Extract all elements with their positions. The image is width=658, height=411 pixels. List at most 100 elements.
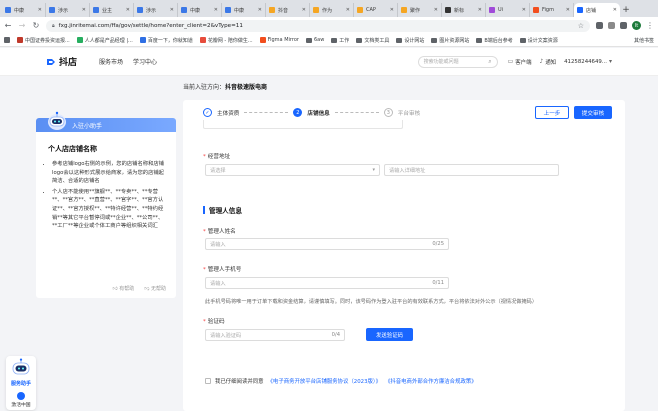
tab-close-icon[interactable]: ✕	[434, 7, 438, 13]
browser-tab[interactable]: 聚作 ✕	[398, 3, 442, 17]
client-link[interactable]: ▭ 客户端	[508, 58, 532, 66]
address-bar[interactable]: 🔒︎ fxg.jinritemai.com/ffa/gov/settle/hom…	[46, 19, 590, 32]
browser-tab[interactable]: 业主 ✕	[90, 3, 134, 17]
bookmark-label: 中国证券投资运报...	[25, 37, 70, 44]
other-bookmarks[interactable]: 其他书签	[632, 37, 654, 44]
step-number: 2	[293, 108, 303, 117]
browser-tab[interactable]: 中康 ✕	[2, 3, 46, 17]
extension-icon[interactable]	[596, 22, 603, 29]
robot-mascot-icon	[48, 111, 66, 130]
tab-close-icon[interactable]: ✕	[478, 7, 482, 13]
agreement-checkbox[interactable]	[205, 378, 211, 384]
browser-tab[interactable]: 抖音 ✕	[266, 3, 310, 17]
verify-code-input[interactable]: 请输入验证码 0/4	[205, 329, 345, 341]
submit-review-button[interactable]: 提交审核	[574, 106, 612, 119]
bookmark-folder[interactable]: 设计网站	[396, 37, 424, 44]
apps-icon[interactable]	[4, 37, 10, 43]
menu-icon[interactable]: ⋮	[646, 21, 654, 30]
bookmark-item[interactable]: 人人都是产品经理 |...	[76, 37, 133, 44]
phone-label: * 管理人手机号	[203, 265, 241, 273]
address-detail-placeholder: 请输入详细地址	[389, 167, 426, 174]
reload-icon[interactable]: ↻	[32, 21, 40, 30]
bookmark-item[interactable]: Figma Mirror	[259, 37, 299, 43]
site-search-input[interactable]: 搜索功能或问题 ⌕	[417, 55, 498, 68]
browser-tab[interactable]: 新标 ✕	[442, 3, 486, 17]
notify-link[interactable]: ♪ 通知	[539, 58, 556, 66]
browser-tab[interactable]: 涉示 ✕	[46, 3, 90, 17]
name-char-count: 0/25	[432, 241, 444, 247]
address-detail-input[interactable]: 请输入详细地址	[384, 164, 559, 176]
tab-close-icon[interactable]: ✕	[302, 7, 306, 13]
bookmark-label: 6aw	[313, 37, 325, 43]
service-assistant-float[interactable]: 服务助手 激活中国	[6, 356, 36, 410]
bookmark-folder[interactable]: 工作	[331, 37, 349, 44]
bookmark-star-icon[interactable]: ☆	[578, 22, 584, 30]
nav-learning-center[interactable]: 学习中心	[133, 57, 157, 66]
site-logo[interactable]: 抖店	[46, 55, 77, 68]
tab-close-icon[interactable]: ✕	[522, 7, 526, 13]
browser-tab[interactable]: 中康 ✕	[222, 3, 266, 17]
browser-tab[interactable]: CAP ✕	[354, 3, 398, 17]
tab-close-icon[interactable]: ✕	[82, 7, 86, 13]
folder-icon	[396, 37, 403, 43]
tab-close-icon[interactable]: ✕	[38, 7, 42, 13]
bookmark-item[interactable]: 中国证券投资运报...	[17, 37, 70, 44]
profile-avatar[interactable]: lt	[632, 21, 641, 30]
step-connector	[244, 112, 289, 113]
code-placeholder: 请输入验证码	[210, 332, 242, 339]
browser-tab[interactable]: 作为 ✕	[310, 3, 354, 17]
browser-tab[interactable]: 涉示 ✕	[134, 3, 178, 17]
bookmark-folder[interactable]: 6aw	[305, 37, 325, 43]
tab-favicon-icon	[137, 7, 143, 13]
bookmark-label: 图片资源网站	[439, 37, 470, 44]
manager-section-title: 管理人信息	[203, 205, 242, 215]
bookmark-folder[interactable]: 图片资源网站	[431, 37, 469, 44]
manager-phone-input[interactable]: 请输入 0/11	[205, 277, 449, 289]
account-link[interactable]: 41258244649... ▾	[564, 58, 612, 65]
browser-tab[interactable]: Ui ✕	[486, 3, 530, 17]
browser-tab[interactable]: 店铺 ✕	[574, 3, 620, 17]
search-icon[interactable]: ⌕	[488, 58, 491, 66]
forward-icon[interactable]: →	[18, 21, 26, 30]
logo-icon	[47, 58, 55, 65]
entity-direction: 当前入驻方向：抖音极速版电商	[183, 82, 267, 91]
agreement-link-service[interactable]: 《电子商务开放平台店铺服务协议（2023版）》	[268, 377, 381, 385]
prev-step-button[interactable]: 上一步	[535, 106, 569, 119]
address-region-select[interactable]: 请选择 ▾	[205, 164, 380, 176]
previous-field-input[interactable]	[203, 120, 403, 129]
browser-tab[interactable]: Figm ✕	[530, 3, 574, 17]
tab-label: Figm	[542, 7, 554, 13]
tab-close-icon[interactable]: ✕	[258, 7, 262, 13]
back-icon[interactable]: ←	[4, 21, 12, 30]
tab-favicon-icon	[445, 7, 451, 13]
useless-button[interactable]: 👎︎ 无帮助	[144, 285, 166, 292]
extension-icon[interactable]	[608, 22, 615, 29]
tab-close-icon[interactable]: ✕	[170, 7, 174, 13]
activate-icon	[17, 392, 25, 400]
required-mark: *	[203, 229, 206, 235]
new-tab-button[interactable]: +	[620, 3, 632, 17]
sidepanel-icon[interactable]	[620, 22, 627, 29]
tab-close-icon[interactable]: ✕	[390, 7, 394, 13]
manager-name-input[interactable]: 请输入 0/25	[205, 238, 449, 250]
send-code-button[interactable]: 发送验证码	[366, 328, 413, 341]
bookmark-item[interactable]: 百度一下，你就知道	[139, 37, 193, 44]
assistant-tips: 参考店铺logo右侧的示例，您的店铺名称和店铺logo会以这种形式展示给商家，请…	[52, 160, 166, 231]
lock-icon[interactable]: 🔒︎	[52, 23, 55, 29]
tab-label: 作为	[322, 7, 333, 14]
bookmark-folder[interactable]: B端后台参考	[476, 37, 513, 44]
nav-service-market[interactable]: 服务市场	[99, 57, 123, 66]
bookmark-folder[interactable]: 设计文案资源	[519, 37, 558, 44]
browser-tab[interactable]: 中康 ✕	[178, 3, 222, 17]
bookmark-folder[interactable]: 文档类工具	[356, 37, 389, 44]
tab-close-icon[interactable]: ✕	[613, 7, 617, 13]
tab-close-icon[interactable]: ✕	[126, 7, 130, 13]
section-title-text: 管理人信息	[209, 207, 242, 215]
tab-close-icon[interactable]: ✕	[214, 7, 218, 13]
bookmark-item[interactable]: 花瓣网 - 陪你做生...	[199, 37, 253, 44]
useful-button[interactable]: 👍︎ 有帮助	[112, 285, 134, 292]
tab-close-icon[interactable]: ✕	[346, 7, 350, 13]
tab-close-icon[interactable]: ✕	[566, 7, 570, 13]
agreement-link-compliance[interactable]: 《抖音电商外部合作方廉洁合规政策》	[385, 377, 477, 385]
tab-label: 新标	[454, 7, 465, 14]
